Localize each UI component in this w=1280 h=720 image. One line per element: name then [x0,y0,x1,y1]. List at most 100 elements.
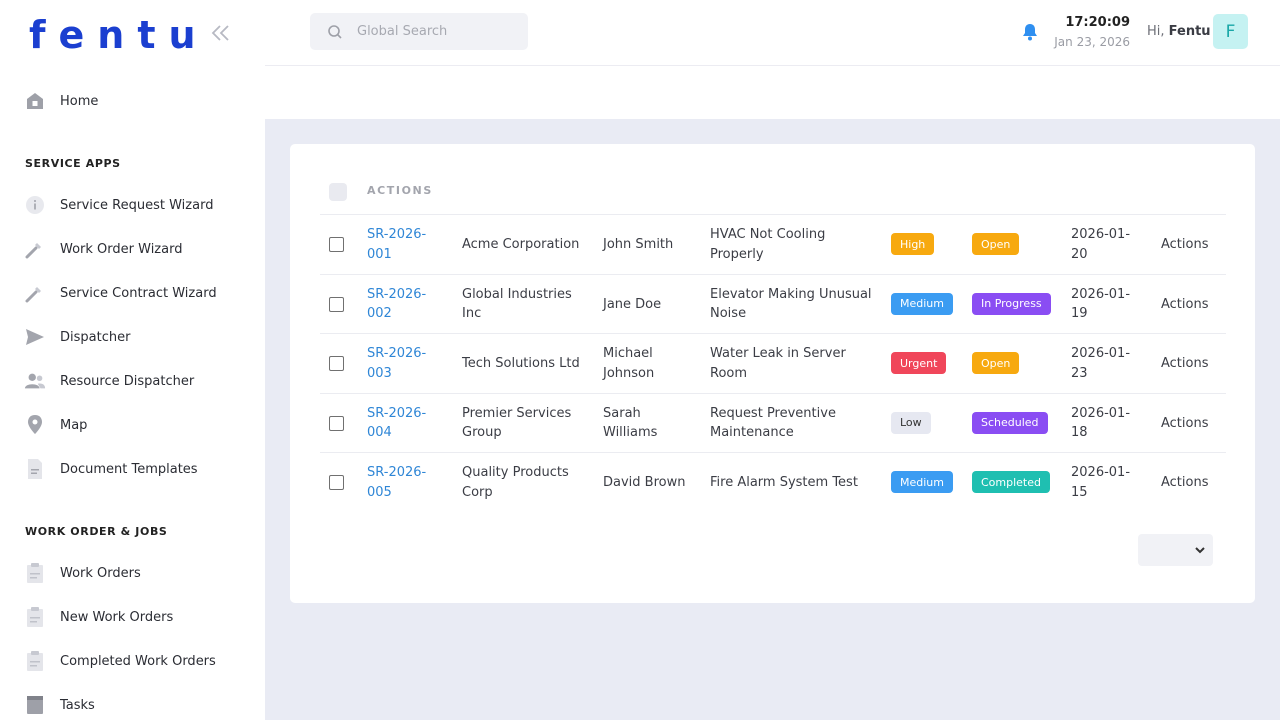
contact-cell-line: Jane Doe [603,296,662,312]
request-id-link-line[interactable]: 003 [367,364,426,384]
row-checkbox[interactable] [329,296,344,312]
contact-cell-line: Sarah [603,405,641,421]
status-badge: Completed [972,471,1050,493]
page-size-select[interactable] [1138,534,1213,566]
home-icon [24,90,46,112]
request-id-link[interactable]: SR-2026- 003 [367,344,426,383]
request-id-link-line[interactable]: SR-2026- [367,225,426,245]
request-id-link[interactable]: SR-2026- 005 [367,463,426,502]
sidebar-item-label: Service Request Wizard [60,197,214,213]
request-id-link-line[interactable]: 005 [367,483,426,503]
company-cell: Tech Solutions Ltd [462,354,580,374]
row-actions-button[interactable]: Actions [1161,414,1209,434]
table-row: SR-2026- 004 Premier Services Group Sarah Wil… [320,392,1226,453]
request-id-link-line[interactable]: SR-2026- [367,285,426,305]
request-id-link[interactable]: SR-2026- 002 [367,285,426,324]
row-actions-button[interactable]: Actions [1161,354,1209,374]
company-cell: Premier Services Group [462,404,571,443]
clipboard-icon [24,562,46,584]
sidebar-item-service-request-wizard[interactable]: Service Request Wizard [0,187,265,223]
sidebar-item-label: Tasks [60,697,95,713]
subject-cell: Elevator Making Unusual Noise [710,285,872,324]
sidebar-item-completed-work-orders[interactable]: Completed Work Orders [0,643,265,679]
row-checkbox[interactable] [329,356,344,371]
greeting-prefix: Hi, [1147,24,1165,39]
company-cell-line: Global Industries [462,286,572,302]
priority-badge: Medium [891,471,953,493]
subject-cell: HVAC Not Cooling Properly [710,225,825,264]
request-id-link-line[interactable]: SR-2026- [367,404,426,424]
sidebar-item-label: New Work Orders [60,609,174,625]
date-cell-line: 18 [1071,425,1088,440]
date-cell-line: 23 [1071,365,1088,381]
table-row: SR-2026- 001 Acme Corporation John Smith HVA… [320,214,1226,274]
sidebar-item-map[interactable]: Map [0,407,265,443]
table-row: SR-2026- 002 Global Industries Inc Jane Doe E… [320,273,1226,334]
contact-cell-line: Johnson [603,365,655,381]
row-checkbox[interactable] [329,475,344,490]
sidebar-item-tasks[interactable]: Tasks [0,687,265,720]
request-id-link-line[interactable]: 001 [367,245,426,265]
global-search-input[interactable]: Global Search [310,13,528,50]
request-id-link[interactable]: SR-2026- 001 [367,225,426,264]
subject-cell-line: Water Leak in Server [710,346,846,361]
company-cell-line: Corp [462,484,493,500]
sidebar-item-document-templates[interactable]: Document Templates [0,451,265,487]
people-icon [24,370,46,392]
request-id-link-line[interactable]: 004 [367,423,426,443]
sidebar-item-label: Document Templates [60,461,198,477]
sidebar-item-work-order-wizard[interactable]: Work Order Wizard [0,231,265,267]
subject-cell-line: Properly [710,246,764,262]
avatar[interactable]: F [1213,14,1248,49]
subject-cell-line: Maintenance [710,425,794,440]
section-service-apps: SERVICE APPS [25,157,121,170]
request-id-link-line[interactable]: 002 [367,304,426,324]
sidebar-item-home[interactable]: Home [0,83,265,119]
send-icon [24,326,46,348]
subject-cell: Fire Alarm System Test [710,473,858,493]
sidebar-item-label: Home [60,93,99,109]
date-cell-line: 2026-01- [1071,346,1131,361]
date-cell-line: 2026-01- [1071,405,1131,421]
select-all-checkbox[interactable] [329,183,347,201]
row-actions-button[interactable]: Actions [1161,235,1209,255]
collapse-sidebar-icon[interactable] [210,21,232,45]
sidebar-item-service-contract-wizard[interactable]: Service Contract Wizard [0,275,265,311]
date-cell-line: 2026-01- [1071,227,1131,242]
row-checkbox[interactable] [329,415,344,431]
sidebar-item-new-work-orders[interactable]: New Work Orders [0,599,265,635]
clock-time: 17:20:09 [1065,15,1130,30]
notification-bell-icon[interactable] [1020,22,1040,42]
company-cell: Acme Corporation [462,235,579,255]
request-id-link-line[interactable]: SR-2026- [367,344,426,364]
date-cell: 2026-01- 23 [1071,344,1130,383]
request-id-link[interactable]: SR-2026- 004 [367,404,426,443]
sidebar-item-dispatcher[interactable]: Dispatcher [0,319,265,355]
date-cell: 2026-01- 19 [1071,285,1130,324]
chevron-down-icon [1195,547,1205,554]
date-cell-line: 2026-01- [1071,465,1131,480]
fentu-logo[interactable]: fentu [29,9,209,61]
row-actions-button[interactable]: Actions [1161,473,1209,493]
sidebar-item-label: Service Contract Wizard [60,285,217,301]
sidebar-item-work-orders[interactable]: Work Orders [0,555,265,591]
wrench-icon [24,282,46,304]
row-actions-button[interactable]: Actions [1161,295,1209,315]
subject-cell-line: HVAC Not Cooling [710,227,826,242]
document-icon [24,458,46,480]
status-badge: Open [972,352,1020,374]
sidebar-item-label: Dispatcher [60,329,131,345]
company-cell: Quality Products Corp [462,463,569,502]
status-badge: Scheduled [972,411,1048,434]
row-checkbox[interactable] [329,237,344,252]
sub-header-bar [265,66,1280,119]
company-cell-line: Premier Services [462,405,572,421]
contact-cell-line: Michael [603,346,653,361]
user-name: Fentu [1168,24,1211,39]
request-id-link-line[interactable]: SR-2026- [367,463,426,483]
subject-cell-line: Elevator Making Unusual [710,286,872,302]
wrench-icon [24,238,46,260]
sidebar-item-resource-dispatcher[interactable]: Resource Dispatcher [0,363,265,399]
contact-cell-line: Williams [603,425,658,440]
date-cell: 2026-01- 15 [1071,463,1130,502]
